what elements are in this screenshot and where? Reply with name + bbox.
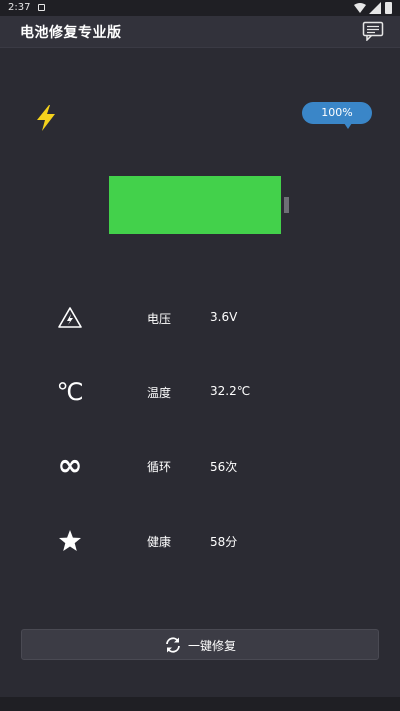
- signal-icon: [369, 2, 381, 14]
- star-icon: [56, 527, 84, 555]
- stat-value: 32.2℃: [210, 384, 251, 398]
- stat-row-temperature: ℃ 温度 32.2℃: [0, 372, 400, 412]
- battery-percent-badge: 100%: [302, 102, 372, 124]
- refresh-icon: [166, 637, 180, 653]
- stat-value: 56次: [210, 460, 238, 474]
- navigation-bar: [0, 697, 400, 711]
- stat-row-cycles: ∞ 循环 56次: [0, 446, 400, 486]
- stat-label: 循环: [147, 460, 172, 474]
- battery-level-graphic: [109, 176, 281, 234]
- app-bar: 电池修复专业版: [0, 16, 400, 48]
- status-bar: 2:37: [0, 0, 400, 16]
- repair-button-label: 一键修复: [188, 639, 237, 653]
- stat-value: 58分: [210, 535, 238, 549]
- one-click-repair-button[interactable]: 一键修复: [21, 629, 379, 660]
- stat-label: 电压: [147, 312, 172, 326]
- stat-value: 3.6V: [210, 310, 238, 324]
- battery-status-icon: [385, 2, 392, 14]
- lightning-bolt-icon: [37, 105, 55, 131]
- message-icon[interactable]: [362, 21, 384, 41]
- status-time: 2:37: [8, 2, 31, 13]
- stat-row-health: 健康 58分: [0, 521, 400, 561]
- infinity-icon: ∞: [57, 448, 83, 483]
- app-title: 电池修复专业版: [20, 25, 122, 41]
- notification-icon: [38, 4, 45, 11]
- stat-label: 温度: [147, 386, 172, 400]
- voltage-warning-icon: [56, 304, 84, 332]
- celsius-icon: ℃: [56, 378, 84, 406]
- battery-cap: [284, 197, 289, 213]
- badge-tail: [344, 123, 352, 129]
- stat-row-voltage: 电压 3.6V: [0, 298, 400, 338]
- stat-label: 健康: [147, 535, 172, 549]
- wifi-icon: [354, 3, 366, 13]
- battery-percent-label: 100%: [321, 106, 353, 119]
